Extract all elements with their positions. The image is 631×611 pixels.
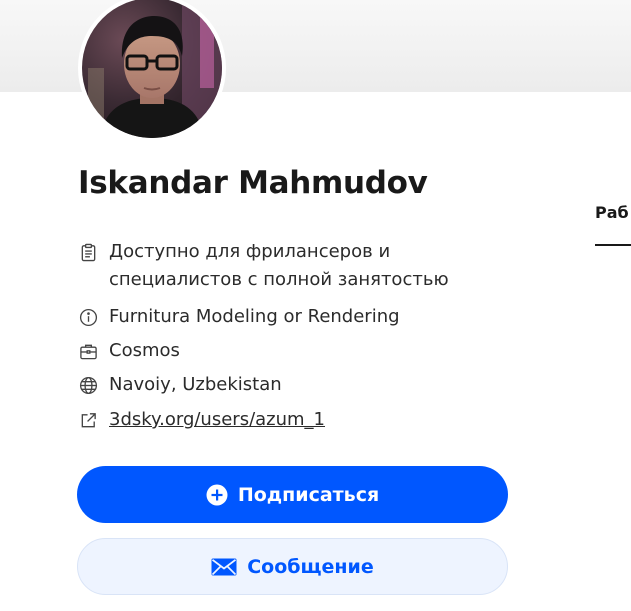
globe-icon: [77, 371, 99, 399]
website-row: 3dsky.org/users/azum_1: [77, 406, 469, 434]
availability-row: Доступно для фрилансеров и специалистов …: [77, 238, 469, 294]
tab-work[interactable]: Раб: [595, 203, 629, 222]
envelope-icon: [211, 557, 237, 577]
follow-button-label: Подписаться: [237, 483, 380, 506]
info-icon: [77, 303, 99, 331]
plus-circle-icon: [206, 484, 228, 506]
availability-text: Доступно для фрилансеров и специалистов …: [109, 241, 449, 290]
location-text: Navoiy, Uzbekistan: [109, 374, 282, 395]
briefcase-icon: [77, 337, 99, 365]
company-text: Cosmos: [109, 340, 180, 361]
external-link-icon: [77, 406, 99, 434]
clipboard-icon: [77, 238, 99, 266]
tab-active-indicator: [595, 244, 631, 246]
location-row: Navoiy, Uzbekistan: [77, 371, 469, 399]
avatar-image: [82, 0, 222, 138]
headline-text: Furnitura Modeling or Rendering: [109, 306, 400, 327]
message-button-label: Сообщение: [247, 555, 374, 578]
profile-page: Iskandar Mahmudov Доступно для фрилансер…: [0, 0, 631, 611]
message-button[interactable]: Сообщение: [77, 538, 508, 595]
company-row: Cosmos: [77, 337, 469, 365]
follow-button[interactable]: Подписаться: [77, 466, 508, 523]
avatar[interactable]: [78, 0, 226, 142]
headline-row: Furnitura Modeling or Rendering: [77, 303, 469, 331]
website-link[interactable]: 3dsky.org/users/azum_1: [109, 409, 325, 430]
profile-name: Iskandar Mahmudov: [78, 165, 428, 201]
